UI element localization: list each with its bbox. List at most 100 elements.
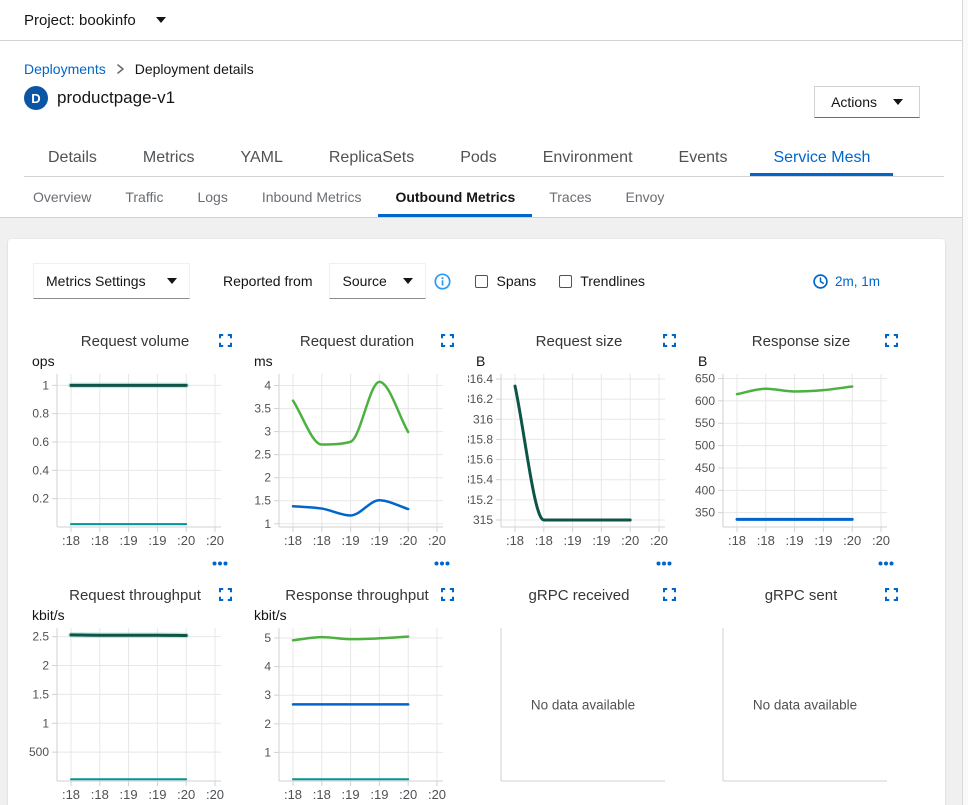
svg-text::19: :19 (120, 787, 138, 802)
trendlines-checkbox-group: Trendlines (559, 273, 645, 289)
svg-text:0.6: 0.6 (32, 435, 49, 449)
svg-text:0.8: 0.8 (32, 407, 49, 421)
svg-text::19: :19 (342, 787, 360, 802)
svg-text::19: :19 (342, 533, 360, 548)
chart-title: Request throughput (69, 587, 201, 604)
svg-text:315.4: 315.4 (468, 473, 493, 487)
svg-text::19: :19 (564, 533, 582, 548)
expand-button[interactable] (663, 588, 676, 601)
chevron-down-icon (156, 17, 166, 23)
svg-text::18: :18 (728, 533, 746, 548)
source-option-label: Source (342, 273, 386, 289)
expand-icon (441, 588, 454, 601)
chart-title: Request volume (81, 333, 189, 350)
breadcrumb-current: Deployment details (135, 61, 254, 77)
subtab-outbound-metrics[interactable]: Outbound Metrics (378, 177, 532, 217)
subtab-overview[interactable]: Overview (16, 177, 108, 217)
svg-text::18: :18 (535, 533, 553, 548)
svg-text:315: 315 (473, 513, 493, 527)
expand-icon (885, 334, 898, 347)
chart-request-size: Request size B 316.4316.2316315.8315.631… (468, 333, 690, 563)
svg-text::20: :20 (399, 787, 417, 802)
tab-environment[interactable]: Environment (520, 140, 656, 176)
ellipsis-icon (878, 561, 894, 566)
svg-text:No data available: No data available (531, 698, 635, 713)
metrics-settings-dropdown[interactable]: Metrics Settings (33, 263, 190, 299)
vertical-scrollbar[interactable] (962, 0, 968, 805)
info-button[interactable] (434, 273, 451, 290)
breadcrumb: Deployments Deployment details (24, 61, 944, 77)
svg-text::18: :18 (91, 787, 109, 802)
svg-text:350: 350 (695, 506, 715, 520)
chart-title: Request duration (300, 333, 414, 350)
svg-text:2: 2 (264, 471, 271, 485)
chevron-down-icon (167, 278, 177, 284)
kebab-menu-button[interactable] (212, 561, 228, 566)
spans-checkbox[interactable] (475, 275, 488, 288)
svg-text:5: 5 (264, 631, 271, 645)
info-circle-icon (434, 273, 451, 290)
kebab-menu-button[interactable] (656, 561, 672, 566)
spans-label: Spans (496, 273, 536, 289)
svg-text:3.5: 3.5 (254, 402, 271, 416)
expand-icon (219, 588, 232, 601)
svg-text:550: 550 (695, 416, 715, 430)
svg-text::20: :20 (872, 533, 890, 548)
svg-text:650: 650 (695, 371, 715, 385)
chart-title: Request size (536, 333, 623, 350)
ellipsis-icon (212, 561, 228, 566)
subtab-logs[interactable]: Logs (180, 177, 244, 217)
ellipsis-icon (434, 561, 450, 566)
chart-plot-area: No data available (690, 623, 912, 803)
svg-text::19: :19 (370, 533, 388, 548)
subtab-envoy[interactable]: Envoy (609, 177, 682, 217)
svg-text:316.4: 316.4 (468, 372, 493, 386)
kebab-menu-button[interactable] (878, 561, 894, 566)
svg-text:2: 2 (264, 717, 271, 731)
actions-button[interactable]: Actions (814, 86, 920, 118)
svg-text::20: :20 (650, 533, 668, 548)
trendlines-checkbox[interactable] (559, 275, 572, 288)
tab-events[interactable]: Events (656, 140, 751, 176)
tab-pods[interactable]: Pods (437, 140, 519, 176)
ellipsis-icon (656, 561, 672, 566)
expand-button[interactable] (663, 334, 676, 347)
tab-yaml[interactable]: YAML (217, 140, 305, 176)
svg-text::19: :19 (814, 533, 832, 548)
expand-icon (219, 334, 232, 347)
tab-metrics[interactable]: Metrics (120, 140, 218, 176)
tab-service-mesh[interactable]: Service Mesh (750, 140, 893, 176)
reported-from-dropdown[interactable]: Source (329, 263, 426, 299)
chart-plot-area: 43.532.521.51:18:18:19:19:20:20 (246, 369, 468, 549)
chart-response-throughput: Response throughput kbit/s 54321:18:18:1… (246, 587, 468, 805)
subtab-traffic[interactable]: Traffic (108, 177, 180, 217)
chart-grpc-sent: gRPC sent No data available (690, 587, 912, 805)
expand-button[interactable] (885, 334, 898, 347)
kebab-menu-button[interactable] (434, 561, 450, 566)
svg-text:2: 2 (42, 659, 49, 673)
svg-text::18: :18 (62, 787, 80, 802)
svg-text::18: :18 (62, 533, 80, 548)
subtab-inbound-metrics[interactable]: Inbound Metrics (245, 177, 379, 217)
expand-button[interactable] (885, 588, 898, 601)
chart-response-size: Response size B 650600550500450400350:18… (690, 333, 912, 563)
svg-text:400: 400 (695, 483, 715, 497)
tab-replicasets[interactable]: ReplicaSets (306, 140, 437, 176)
subtab-traces[interactable]: Traces (532, 177, 608, 217)
svg-text:0.4: 0.4 (32, 463, 49, 477)
chart-unit-label: kbit/s (24, 607, 246, 623)
project-selector[interactable]: Project: bookinfo (24, 12, 166, 29)
expand-button[interactable] (441, 334, 454, 347)
expand-button[interactable] (441, 588, 454, 601)
expand-button[interactable] (219, 334, 232, 347)
svg-text::18: :18 (91, 533, 109, 548)
time-range-button[interactable]: 2m, 1m (813, 274, 880, 289)
expand-button[interactable] (219, 588, 232, 601)
svg-text:315.8: 315.8 (468, 432, 493, 446)
svg-text::18: :18 (284, 787, 302, 802)
breadcrumb-link-deployments[interactable]: Deployments (24, 61, 106, 77)
svg-text::20: :20 (428, 533, 446, 548)
chart-plot-area: 54321:18:18:19:19:20:20 (246, 623, 468, 803)
svg-text::20: :20 (206, 787, 224, 802)
tab-details[interactable]: Details (25, 140, 120, 176)
